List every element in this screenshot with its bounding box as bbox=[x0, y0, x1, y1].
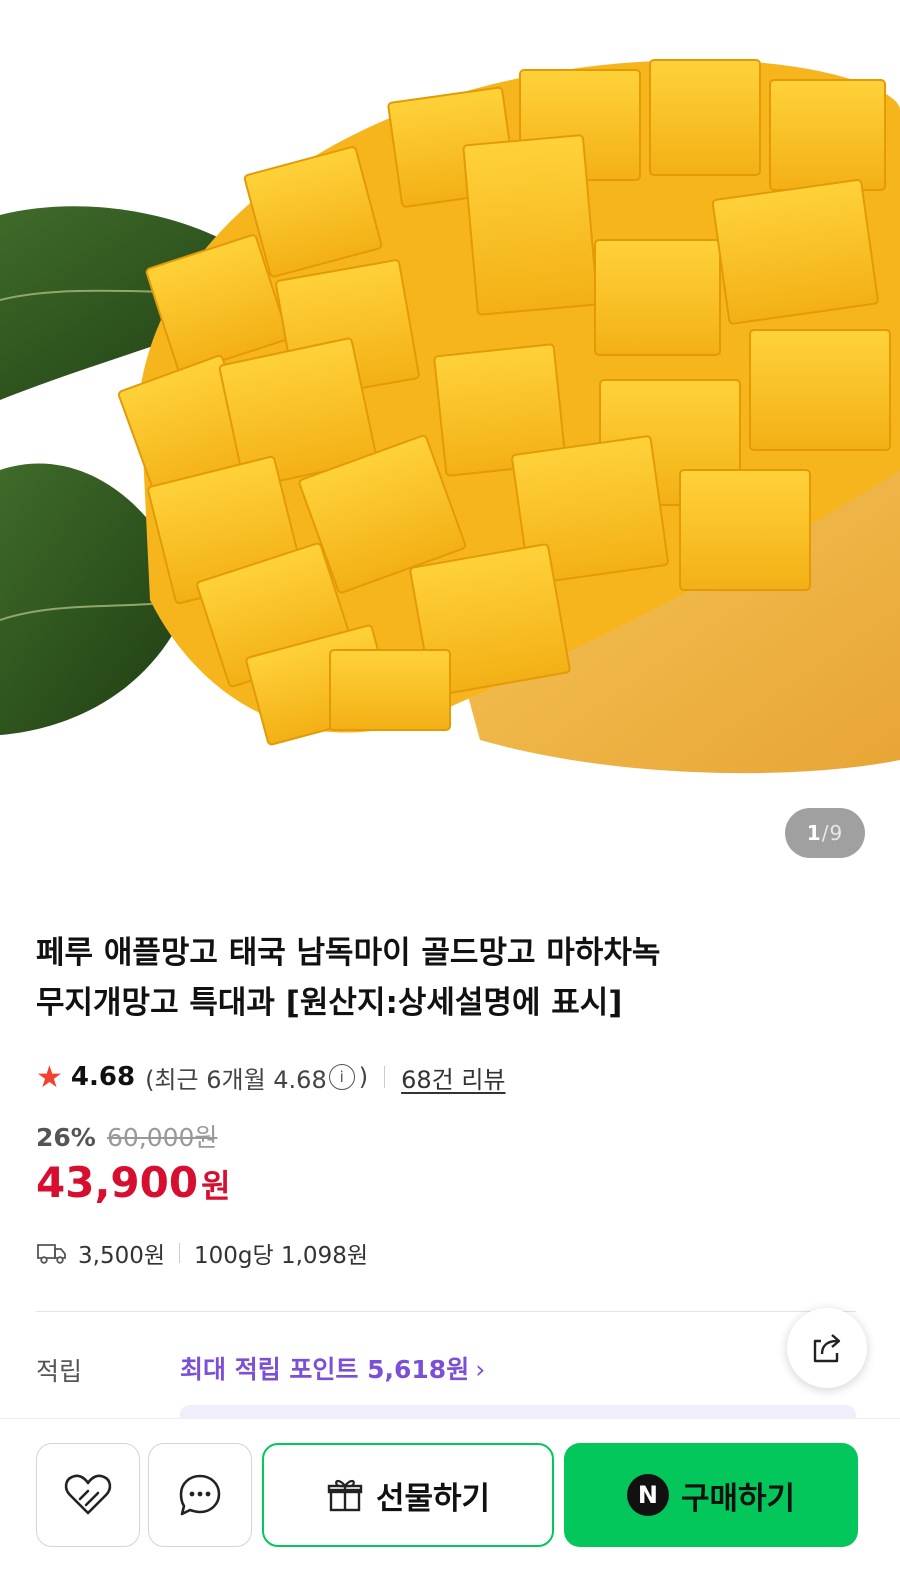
review-count-link[interactable]: 68건 리뷰 bbox=[401, 1060, 505, 1095]
image-counter-current: 1 bbox=[806, 821, 822, 845]
discount-rate: 26% bbox=[36, 1123, 96, 1152]
gift-icon bbox=[327, 1479, 363, 1512]
image-counter-separator: / bbox=[821, 821, 830, 845]
shipping-row: 3,500원 100g당 1,098원 bbox=[36, 1236, 368, 1270]
product-title-line2: 무지개망고 특대과 [원산지:상세설명에 표시] bbox=[36, 985, 623, 1021]
chat-button[interactable] bbox=[148, 1443, 252, 1547]
mango-image bbox=[0, 59, 900, 774]
points-value: 최대 적립 포인트 5,618원 bbox=[180, 1355, 470, 1384]
sale-price-value: 43,900 bbox=[36, 1158, 199, 1207]
buy-button[interactable]: N 구매하기 bbox=[564, 1443, 858, 1547]
sale-price-currency: 원 bbox=[201, 1167, 231, 1205]
rating-divider bbox=[384, 1066, 386, 1088]
share-button[interactable] bbox=[787, 1308, 867, 1388]
heart-icon bbox=[64, 1474, 112, 1515]
shipping-fee: 3,500원 bbox=[78, 1243, 166, 1269]
product-title-line1: 페루 애플망고 태국 남독마이 골드망고 마하차녹 bbox=[36, 935, 661, 971]
section-divider bbox=[36, 1311, 856, 1312]
sale-price: 43,900원 bbox=[36, 1158, 231, 1207]
buy-button-label: 구매하기 bbox=[680, 1480, 796, 1517]
rating-row: ★ 4.68 (최근 6개월 4.68 i ) 68건 리뷰 bbox=[36, 1058, 506, 1096]
share-icon bbox=[813, 1334, 841, 1363]
points-label: 적립 bbox=[36, 1357, 83, 1386]
unit-price: 100g당 1,098원 bbox=[194, 1243, 368, 1269]
wishlist-button[interactable] bbox=[36, 1443, 140, 1547]
rating-score: 4.68 bbox=[70, 1062, 136, 1092]
price-original-row: 26% 60,000원 bbox=[36, 1118, 217, 1154]
shipping-divider bbox=[179, 1243, 181, 1263]
gift-button-label: 선물하기 bbox=[375, 1480, 491, 1517]
product-title: 페루 애플망고 태국 남독마이 골드망고 마하차녹 무지개망고 특대과 [원산지… bbox=[36, 928, 796, 1028]
product-image-carousel[interactable]: 1 / 9 bbox=[0, 0, 900, 880]
chat-icon bbox=[179, 1474, 221, 1516]
gift-button[interactable]: 선물하기 bbox=[262, 1443, 554, 1547]
truck-icon bbox=[37, 1244, 66, 1264]
image-counter: 1 / 9 bbox=[785, 808, 865, 858]
star-icon: ★ bbox=[36, 1059, 63, 1095]
npay-icon: N bbox=[626, 1474, 669, 1516]
recent-rating-text: (최근 6개월 4.68 bbox=[145, 1065, 327, 1094]
points-link[interactable]: 최대 적립 포인트 5,618원 › bbox=[180, 1350, 485, 1386]
info-icon[interactable]: i bbox=[328, 1064, 355, 1090]
recent-rating-close: ) bbox=[358, 1063, 369, 1091]
chevron-right-icon: › bbox=[475, 1355, 486, 1384]
original-price: 60,000원 bbox=[106, 1123, 218, 1152]
image-counter-total: 9 bbox=[829, 821, 844, 845]
